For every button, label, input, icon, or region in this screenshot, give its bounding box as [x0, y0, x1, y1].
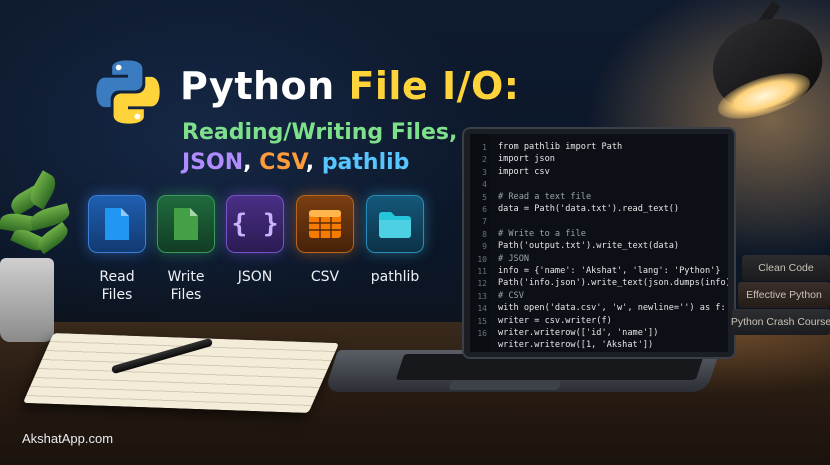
code-line: writer = csv.writer(f)	[498, 315, 612, 326]
book-effective-python: Effective Python	[738, 282, 830, 308]
code-line: writer.writerow(['id', 'name'])	[498, 328, 659, 338]
line-number: 13	[477, 291, 487, 301]
line-number: 9	[482, 242, 487, 252]
line-number: 2	[482, 155, 487, 165]
line-number: 6	[482, 205, 487, 214]
line-number: 15	[477, 316, 487, 326]
line-number: 3	[482, 167, 487, 177]
file-icon	[174, 208, 198, 240]
line-number: 1	[482, 143, 487, 152]
subtitle-line-2: JSON, CSV, pathlib	[182, 150, 410, 175]
subtitle-line-1: Reading/Writing Files,	[182, 120, 458, 145]
line-number: 14	[477, 304, 487, 314]
code-line: data = Path('data.txt').read_text()	[498, 204, 680, 214]
book-clean-code: Clean Code	[742, 255, 830, 281]
code-line: import csv	[498, 166, 550, 177]
code-line: # Read a text file	[498, 191, 592, 202]
json-tile: { }	[226, 195, 284, 253]
read-files-tile	[88, 195, 146, 253]
page-title: Python File I/O:	[180, 64, 520, 108]
code-line: # CSV	[498, 290, 524, 301]
file-icon	[105, 208, 129, 240]
code-line: info = {'name': 'Akshat', 'lang': 'Pytho…	[498, 266, 721, 276]
line-number: 11	[477, 267, 487, 276]
watermark: AkshatApp.com	[22, 431, 114, 446]
background-scene: Python File I/O: Reading/Writing Files, …	[0, 0, 830, 465]
code-line: # JSON	[498, 253, 530, 264]
folder-icon	[379, 212, 411, 238]
write-files-tile	[157, 195, 215, 253]
json-label: JSON	[237, 269, 273, 285]
code-line: writer.writerow([1, 'Akshat'])	[498, 340, 654, 351]
code-line: Path('output.txt').write_text(data)	[498, 241, 680, 252]
line-number: 12	[477, 279, 487, 289]
write-files-label: Write Files	[167, 269, 205, 303]
plant-pot	[0, 258, 54, 342]
code-line: Path('info.json').write_text(json.dumps(…	[498, 278, 728, 289]
line-number: 7	[482, 217, 487, 227]
laptop-trackpad	[448, 380, 562, 390]
pathlib-label: pathlib	[370, 269, 420, 285]
code-editor: 1 from pathlib import Path 2 import json 3 im…	[470, 134, 728, 352]
line-number: 16	[477, 329, 487, 338]
spiral-notebook	[22, 332, 340, 414]
python-logo-icon	[96, 60, 160, 124]
csv-tile	[296, 195, 354, 253]
read-files-label: Read Files	[99, 269, 135, 303]
line-number: 4	[482, 180, 487, 190]
book-python-crash-course: Python Crash Course	[731, 309, 830, 335]
code-line: from pathlib import Path	[498, 142, 623, 152]
line-number: 8	[482, 229, 487, 239]
table-icon	[309, 210, 341, 238]
line-number: 5	[482, 192, 487, 202]
braces-icon: { }	[231, 209, 279, 239]
code-line: # Write to a file	[498, 228, 586, 239]
code-line: import json	[498, 154, 555, 165]
pathlib-tile	[366, 195, 424, 253]
code-line: with open('data.csv', 'w', newline='') a…	[498, 303, 726, 314]
line-number: 10	[477, 254, 487, 264]
csv-label: CSV	[310, 269, 340, 285]
